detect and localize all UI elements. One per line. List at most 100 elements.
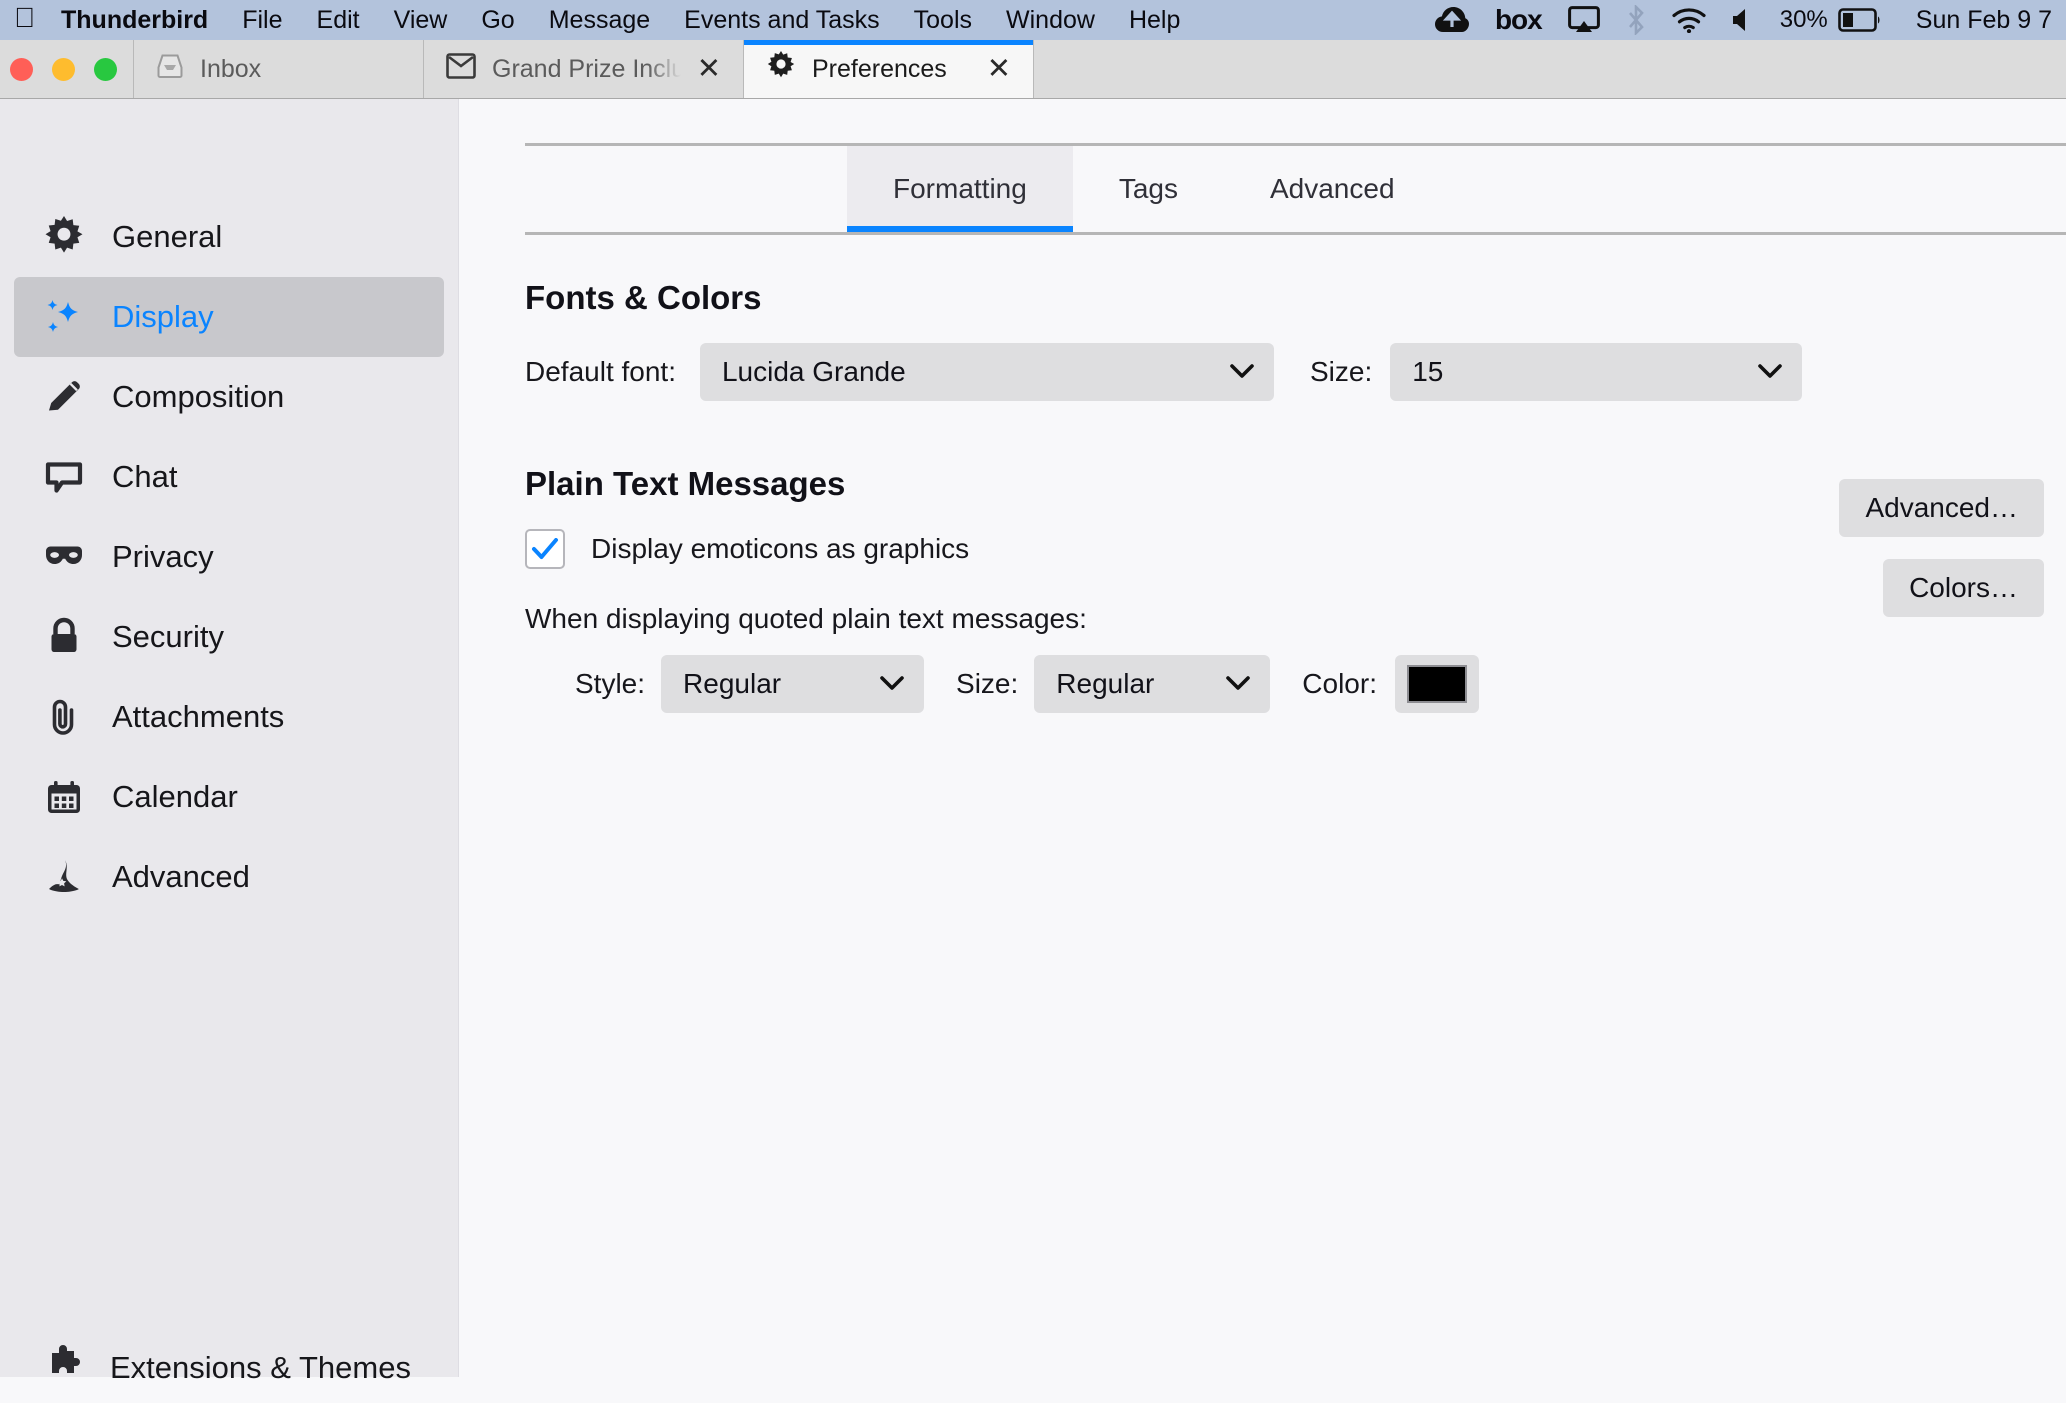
fonts-and-colors-title: Fonts & Colors xyxy=(525,279,762,316)
close-window-button[interactable] xyxy=(10,57,33,81)
battery-percent-label: 30% xyxy=(1779,6,1828,33)
speech-bubble-icon xyxy=(42,455,86,499)
tab-tags-label: Tags xyxy=(1118,173,1178,204)
menu-item-message[interactable]: Message xyxy=(549,6,650,35)
calendar-icon xyxy=(42,775,86,819)
volume-icon[interactable] xyxy=(1732,7,1754,33)
plain-text-messages-title: Plain Text Messages xyxy=(525,465,846,502)
sidebar-item-composition[interactable]: Composition xyxy=(14,357,444,437)
preferences-tabs: Formatting Tags Advanced xyxy=(525,143,2066,235)
cloud-upload-icon[interactable] xyxy=(1434,7,1469,33)
tab-message[interactable]: Grand Prize Includes a Coast ✕ xyxy=(424,40,744,98)
default-font-label: Default font: xyxy=(525,356,676,387)
quoted-style-select[interactable]: Regular xyxy=(661,655,925,713)
menu-item-help[interactable]: Help xyxy=(1129,6,1180,35)
preferences-body: General Display Composition Chat Privacy… xyxy=(0,99,2066,1385)
wizard-hat-icon xyxy=(42,855,86,899)
quoted-style-value: Regular xyxy=(683,668,782,699)
display-emoticons-checkbox[interactable] xyxy=(525,529,565,569)
sidebar-item-label: Attachments xyxy=(112,699,285,734)
font-size-select[interactable]: 15 xyxy=(1390,343,1803,401)
maximize-window-button[interactable] xyxy=(94,57,117,81)
wifi-icon[interactable] xyxy=(1672,7,1706,33)
gear-icon xyxy=(766,50,796,88)
tab-preferences-close-icon[interactable]: ✕ xyxy=(987,54,1011,84)
tab-inbox[interactable]: Inbox xyxy=(134,40,424,98)
menu-item-file[interactable]: File xyxy=(242,6,282,35)
chevron-down-icon xyxy=(1226,673,1251,695)
fonts-and-colors-section: Fonts & Colors Default font: Lucida Gran… xyxy=(525,279,2026,401)
tab-strip-filler xyxy=(1034,40,2066,98)
tab-formatting[interactable]: Formatting xyxy=(847,146,1073,232)
preferences-sidebar: General Display Composition Chat Privacy… xyxy=(0,99,459,1385)
quoted-color-label: Color: xyxy=(1302,668,1377,699)
display-emoticons-row: Display emoticons as graphics xyxy=(525,529,2026,569)
sidebar-item-calendar[interactable]: Calendar xyxy=(14,757,444,837)
colors-button[interactable]: Colors… xyxy=(1883,559,2044,617)
sidebar-item-label: Privacy xyxy=(112,539,214,574)
quoted-size-value: Regular xyxy=(1056,668,1155,699)
tab-formatting-label: Formatting xyxy=(893,173,1027,204)
envelope-icon xyxy=(446,52,476,86)
sidebar-item-privacy[interactable]: Privacy xyxy=(14,517,444,597)
sidebar-item-label: Extensions & Themes xyxy=(110,1350,411,1385)
preferences-tab-list: Formatting Tags Advanced xyxy=(847,146,1441,232)
tab-preferences-label: Preferences xyxy=(812,54,947,83)
display-emoticons-label: Display emoticons as graphics xyxy=(591,533,970,564)
menu-bar-clock[interactable]: Sun Feb 9 7 xyxy=(1916,6,2052,35)
tab-tags[interactable]: Tags xyxy=(1073,146,1224,232)
quoted-text-label: When displaying quoted plain text messag… xyxy=(525,603,1087,634)
sidebar-item-label: Composition xyxy=(112,379,285,414)
sidebar-item-label: Security xyxy=(112,619,224,654)
advanced-fonts-button[interactable]: Advanced… xyxy=(1839,479,2044,537)
paperclip-icon xyxy=(42,695,86,739)
menu-item-events-and-tasks[interactable]: Events and Tasks xyxy=(684,6,879,35)
sidebar-item-advanced[interactable]: Advanced xyxy=(14,837,444,917)
lock-icon xyxy=(42,615,86,659)
quoted-style-label: Style: xyxy=(575,668,646,699)
sidebar-item-attachments[interactable]: Attachments xyxy=(14,677,444,757)
macos-menu-bar:  Thunderbird File Edit View Go Message … xyxy=(0,0,2066,40)
inbox-tray-icon xyxy=(156,52,184,87)
sidebar-item-label: Advanced xyxy=(112,859,250,894)
quoted-size-label: Size: xyxy=(956,668,1019,699)
tab-message-close-icon[interactable]: ✕ xyxy=(697,54,721,84)
default-font-select[interactable]: Lucida Grande xyxy=(699,343,1274,401)
default-font-row: Default font: Lucida Grande Size: 15 xyxy=(525,343,2026,401)
apple-logo-icon[interactable]:  xyxy=(14,4,35,32)
airplay-icon[interactable] xyxy=(1567,6,1600,34)
tab-preferences[interactable]: Preferences ✕ xyxy=(744,40,1034,98)
sidebar-item-security[interactable]: Security xyxy=(14,597,444,677)
tab-advanced[interactable]: Advanced xyxy=(1224,146,1441,232)
sidebar-item-chat[interactable]: Chat xyxy=(14,437,444,517)
menu-item-thunderbird[interactable]: Thunderbird xyxy=(61,6,208,35)
quoted-color-button[interactable] xyxy=(1394,655,1479,713)
sidebar-item-label: General xyxy=(112,219,223,254)
quoted-text-controls-row: Style: Regular Size: Regular Color: xyxy=(525,655,2026,713)
tab-advanced-label: Advanced xyxy=(1269,173,1395,204)
menu-item-edit[interactable]: Edit xyxy=(317,6,360,35)
tab-inbox-label: Inbox xyxy=(200,54,262,83)
plain-text-messages-section: Plain Text Messages Display emoticons as… xyxy=(525,465,2026,713)
sidebar-item-extensions-and-themes[interactable]: Extensions & Themes xyxy=(0,1333,459,1403)
sparkles-icon xyxy=(42,295,86,339)
quoted-color-swatch xyxy=(1406,665,1467,703)
font-size-label: Size: xyxy=(1309,356,1373,387)
sidebar-item-general[interactable]: General xyxy=(14,197,444,277)
menu-item-tools[interactable]: Tools xyxy=(914,6,972,35)
minimize-window-button[interactable] xyxy=(52,57,75,81)
preferences-main-panel: Formatting Tags Advanced Fonts & Colors … xyxy=(459,99,2066,1377)
quoted-size-select[interactable]: Regular xyxy=(1034,655,1271,713)
box-icon[interactable]: box xyxy=(1495,4,1543,36)
sidebar-item-display[interactable]: Display xyxy=(14,277,444,357)
chevron-down-icon xyxy=(1758,361,1783,383)
menu-item-view[interactable]: View xyxy=(394,6,448,35)
battery-icon[interactable] xyxy=(1837,8,1882,32)
bluetooth-icon[interactable] xyxy=(1626,5,1646,35)
tabs-bottom-rule xyxy=(525,232,2066,235)
menu-item-window[interactable]: Window xyxy=(1006,6,1095,35)
tab-message-label: Grand Prize Includes a Coast xyxy=(492,54,681,83)
sidebar-item-label: Calendar xyxy=(112,779,238,814)
menu-item-go[interactable]: Go xyxy=(481,6,514,35)
default-font-value: Lucida Grande xyxy=(721,356,906,387)
